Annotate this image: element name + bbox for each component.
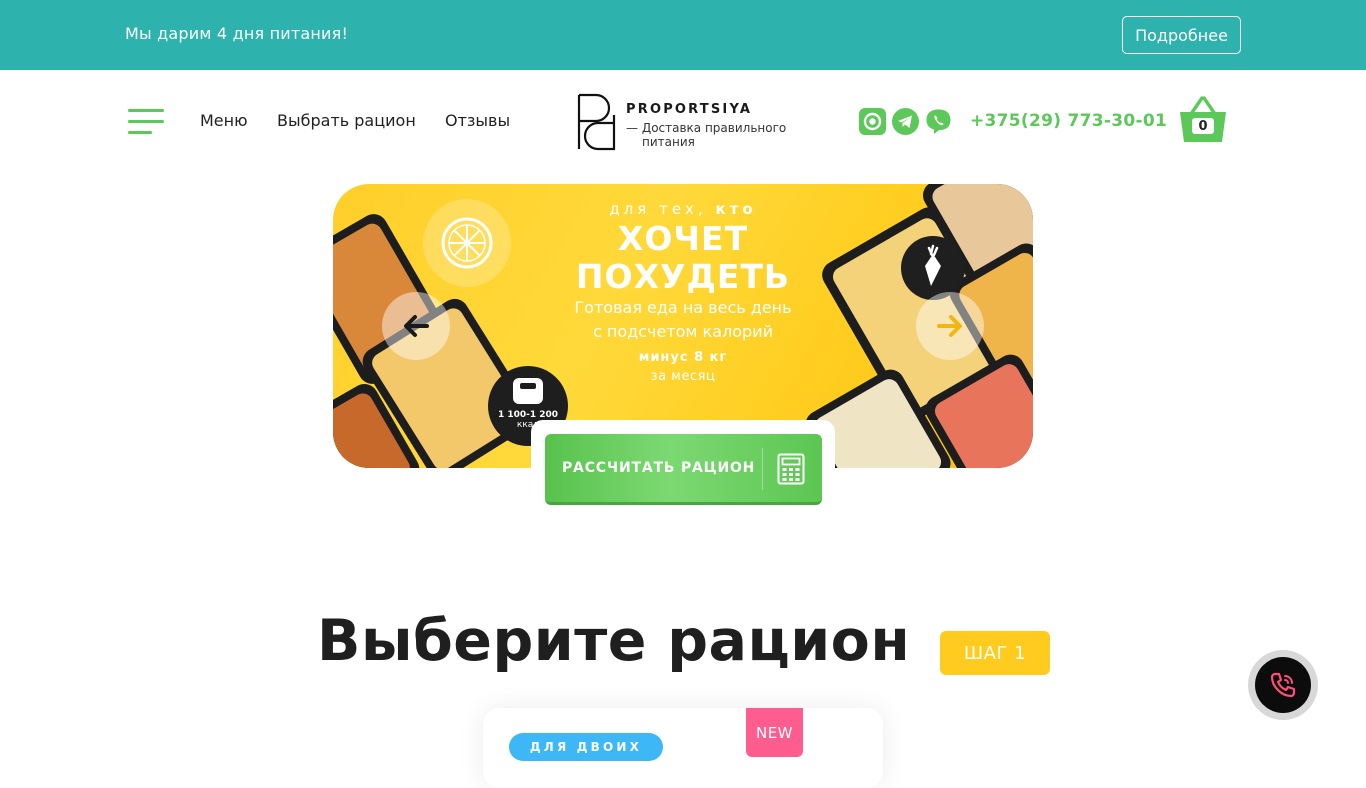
logo[interactable]: PROPORTSIYA — Доставка правильного питан…	[576, 93, 796, 153]
banner-headline-line2: ПОХУДЕТЬ	[575, 257, 791, 296]
for-two-tag: ДЛЯ ДВОИХ	[509, 733, 663, 761]
telegram-icon[interactable]	[892, 108, 919, 135]
promo-text: Мы дарим 4 дня питания!	[125, 24, 349, 43]
banner-period: за месяц	[650, 369, 716, 384]
burger-menu-icon[interactable]	[128, 109, 165, 135]
logo-tagline: — Доставка правильного	[626, 121, 787, 135]
instagram-icon[interactable]	[859, 108, 886, 135]
call-button[interactable]	[1248, 650, 1318, 720]
nav-choose-ration-link[interactable]: Выбрать рацион	[277, 111, 416, 130]
section-title: Выберите рацион	[317, 608, 911, 674]
nav-menu-link[interactable]: Меню	[200, 111, 248, 130]
slider-next-button[interactable]	[916, 292, 984, 360]
slider-prev-button[interactable]	[382, 292, 450, 360]
nav-reviews-link[interactable]: Отзывы	[445, 111, 510, 130]
logo-mark-icon	[577, 93, 616, 151]
kcal-range: 1 100-1 200	[497, 410, 559, 420]
promo-bar: Мы дарим 4 дня питания! Подробнее	[0, 0, 1366, 70]
arrow-left-icon	[404, 315, 429, 337]
calculator-icon	[777, 453, 805, 485]
call-button-inner	[1255, 657, 1311, 713]
logo-tagline-cont: питания	[642, 135, 695, 149]
logo-name: PROPORTSIYA	[626, 102, 753, 117]
viber-icon[interactable]	[925, 108, 952, 135]
new-badge: NEW	[746, 708, 803, 757]
cart-count-badge: 0	[1192, 118, 1214, 134]
arrow-right-icon	[937, 315, 962, 337]
calculate-ration-button[interactable]: РАССЧИТАТЬ РАЦИОН	[545, 434, 822, 505]
banner-headline-line1: ХОЧЕТ	[617, 219, 749, 258]
phone-number-link[interactable]: +375(29) 773-30-01	[970, 111, 1167, 131]
cart-button[interactable]: 0	[1178, 96, 1228, 144]
step-badge: ШАГ 1	[940, 631, 1050, 675]
phone-call-icon	[1270, 672, 1296, 698]
banner-headline: ХОЧЕТ ПОХУДЕТЬ	[333, 220, 1033, 296]
calculate-ration-label: РАССЧИТАТЬ РАЦИОН	[562, 460, 756, 476]
promo-details-button[interactable]: Подробнее	[1122, 16, 1241, 54]
banner-for-prefix: для тех,	[609, 200, 707, 218]
banner-for-text: для тех, кто	[333, 200, 1033, 218]
cta-divider	[762, 448, 763, 490]
banner-for-bold: кто	[715, 200, 757, 218]
